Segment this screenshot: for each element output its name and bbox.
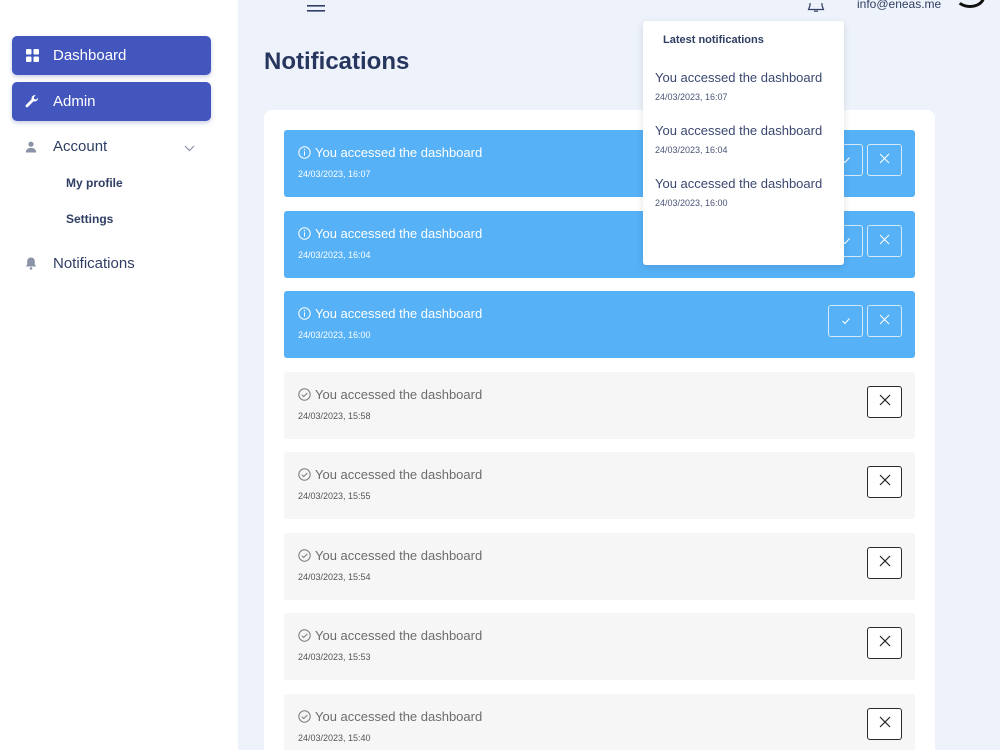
close-icon [879,554,891,572]
notification-time: 24/03/2023, 15:53 [298,652,371,662]
dropdown-item[interactable]: You accessed the dashboard 24/03/2023, 1… [655,176,822,208]
notification-text: You accessed the dashboard [315,628,483,643]
info-circle-icon [298,227,311,240]
notifications-dropdown: Latest notifications You accessed the da… [643,21,844,265]
dropdown-title: Latest notifications [663,34,764,46]
dismiss-button[interactable] [867,627,902,659]
close-icon [879,715,891,733]
notification-message: You accessed the dashboard [298,628,482,643]
notification-message: You accessed the dashboard [298,467,482,482]
sidebar-item-label: Dashboard [53,47,127,64]
user-email: info@eneas.me [857,0,942,11]
notification-message: You accessed the dashboard [298,548,482,563]
notification-text: You accessed the dashboard [315,387,483,402]
notification-message: You accessed the dashboard [298,145,482,160]
check-icon [841,312,851,330]
page-title: Notifications [264,48,410,75]
mark-read-button[interactable] [828,305,863,337]
notification-row: You accessed the dashboard 24/03/2023, 15… [284,372,915,439]
check-circle-icon [298,710,311,723]
dismiss-button[interactable] [867,305,902,337]
notification-message: You accessed the dashboard [298,226,482,241]
info-circle-icon [298,307,311,320]
notification-time: 24/03/2023, 16:07 [298,169,371,179]
dropdown-item[interactable]: You accessed the dashboard 24/03/2023, 1… [655,70,822,102]
notification-row: You accessed the dashboard 24/03/2023, 15… [284,533,915,600]
dropdown-item-message: You accessed the dashboard [655,70,823,85]
wrench-icon [25,94,39,109]
dismiss-button[interactable] [867,708,902,740]
check-circle-icon [298,468,311,481]
dismiss-button[interactable] [867,144,902,176]
sidebar-item-dashboard[interactable]: Dashboard [12,36,211,75]
avatar[interactable] [955,0,985,8]
notification-row: You accessed the dashboard 24/03/2023, 15… [284,452,915,519]
bell-icon [24,257,38,270]
dismiss-button[interactable] [867,386,902,418]
notification-text: You accessed the dashboard [315,709,483,724]
notification-time: 24/03/2023, 16:00 [298,330,371,340]
close-icon [879,393,891,411]
check-circle-icon [298,549,311,562]
dismiss-button[interactable] [867,547,902,579]
info-circle-icon [298,146,311,159]
dropdown-item-time: 24/03/2023, 16:00 [655,198,728,208]
sidebar-item-account[interactable]: Account [24,138,107,155]
dismiss-button[interactable] [867,466,902,498]
close-icon [879,232,890,250]
notification-text: You accessed the dashboard [315,548,483,563]
sidebar-item-label: Admin [53,93,96,110]
sidebar: Dashboard Admin Account My profile Setti… [0,0,238,750]
sidebar-item-label: Notifications [53,255,135,272]
close-icon [879,151,890,169]
user-icon [24,141,38,153]
notification-time: 24/03/2023, 15:40 [298,733,371,743]
dropdown-item-time: 24/03/2023, 16:07 [655,92,728,102]
notification-time: 24/03/2023, 16:04 [298,250,371,260]
check-circle-icon [298,629,311,642]
chevron-down-icon[interactable] [184,139,195,157]
sidebar-item-label: Account [53,138,108,155]
notification-row: You accessed the dashboard 24/03/2023, 15… [284,613,915,680]
dropdown-item-time: 24/03/2023, 16:04 [655,145,728,155]
notification-message: You accessed the dashboard [298,306,482,321]
notifications-bell-icon[interactable] [806,0,826,18]
grid-icon [25,49,39,63]
notification-text: You accessed the dashboard [315,306,483,321]
close-icon [879,634,891,652]
notification-text: You accessed the dashboard [315,145,483,160]
sidebar-item-admin[interactable]: Admin [12,82,211,121]
check-circle-icon [298,388,311,401]
notification-text: You accessed the dashboard [315,226,483,241]
sidebar-item-notifications[interactable]: Notifications [24,255,135,272]
menu-toggle-icon[interactable] [306,0,326,12]
notification-time: 24/03/2023, 15:54 [298,572,371,582]
notification-message: You accessed the dashboard [298,709,482,724]
notification-time: 24/03/2023, 15:58 [298,411,371,421]
dismiss-button[interactable] [867,225,902,257]
notification-row: You accessed the dashboard 24/03/2023, 16… [284,291,915,358]
notification-time: 24/03/2023, 15:55 [298,491,371,501]
close-icon [879,312,890,330]
notification-row: You accessed the dashboard 24/03/2023, 15… [284,694,915,750]
sidebar-item-my-profile[interactable]: My profile [66,176,123,190]
close-icon [879,473,891,491]
dropdown-item-message: You accessed the dashboard [655,176,823,191]
dropdown-item[interactable]: You accessed the dashboard 24/03/2023, 1… [655,123,822,155]
sidebar-item-settings[interactable]: Settings [66,212,113,226]
notification-text: You accessed the dashboard [315,467,483,482]
dropdown-item-message: You accessed the dashboard [655,123,823,138]
notification-message: You accessed the dashboard [298,387,482,402]
